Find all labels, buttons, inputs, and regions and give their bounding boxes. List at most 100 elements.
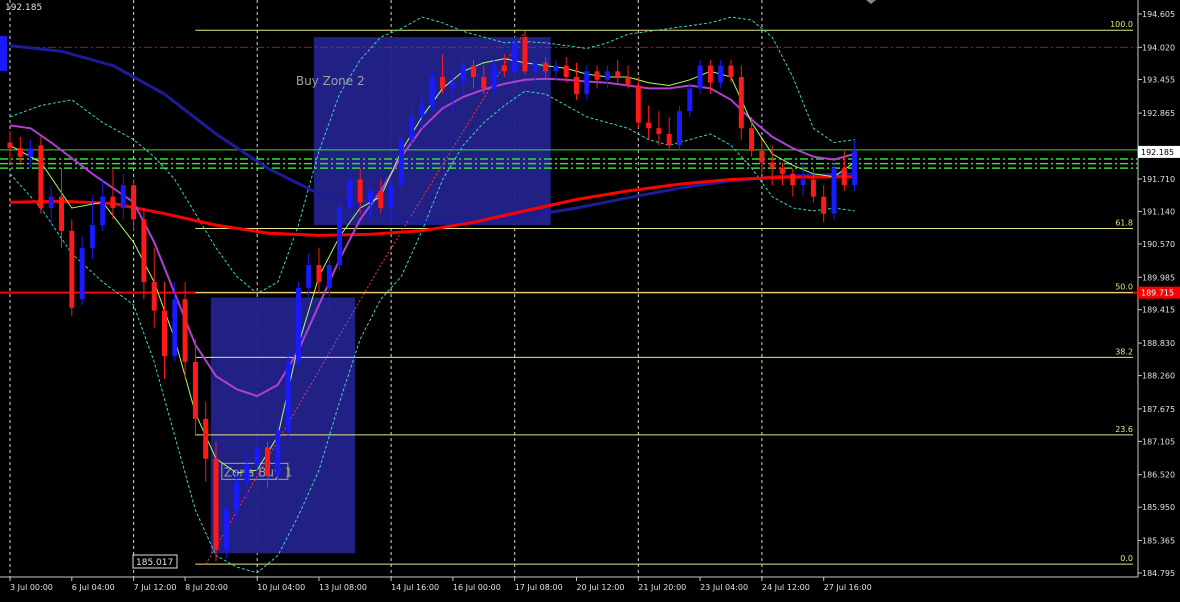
candle-body	[409, 116, 415, 140]
time-tick-label: 8 Jul 20:00	[185, 583, 228, 592]
candle-body	[749, 128, 755, 152]
candle-body	[697, 65, 703, 89]
candle-body	[440, 76, 446, 89]
candle-body	[120, 185, 126, 209]
candle-body	[368, 190, 373, 203]
candle-body	[347, 179, 353, 209]
candle-body	[687, 88, 693, 112]
time-tick-label: 13 Jul 08:00	[319, 583, 367, 592]
one-click-trading-panel[interactable]	[0, 36, 7, 71]
candle-body	[604, 71, 610, 80]
price-tick-label: 189.985	[1142, 273, 1175, 282]
candle-body	[151, 282, 157, 311]
candle-body	[615, 71, 621, 77]
candle-body	[59, 196, 64, 231]
time-tick-label: 7 Jul 12:00	[134, 583, 177, 592]
time-tick-label: 10 Jul 04:00	[257, 583, 305, 592]
price-tick-label: 188.260	[1142, 372, 1175, 381]
fib-level-label: 61.8	[1115, 219, 1133, 228]
candle-body	[481, 76, 487, 89]
candle-body	[707, 65, 713, 83]
time-tick-label: 23 Jul 04:00	[700, 583, 748, 592]
candle-body	[759, 151, 765, 163]
candle-body	[841, 168, 847, 186]
fib-level-label: 50.0	[1115, 283, 1133, 292]
candle-body	[852, 151, 858, 186]
price-tick-label: 194.020	[1142, 43, 1175, 52]
red-price-label: 189.715	[1141, 289, 1174, 298]
candle-body	[728, 65, 734, 77]
candle-body	[38, 145, 44, 209]
candle-body	[512, 42, 518, 72]
candle-body	[718, 65, 724, 83]
candle-body	[491, 65, 497, 89]
candle-body	[501, 65, 507, 72]
candle-body	[275, 430, 281, 476]
candle-body	[646, 122, 652, 129]
candle-body	[666, 133, 672, 146]
candle-body	[429, 76, 435, 106]
candle-body	[625, 76, 631, 86]
fib-level-label: 23.6	[1115, 425, 1133, 434]
price-tick-label: 191.140	[1142, 207, 1175, 216]
candle-body	[563, 65, 569, 77]
candle-body	[162, 310, 167, 357]
price-tick-label: 185.365	[1142, 537, 1175, 546]
candle-body	[131, 185, 137, 220]
candle-body	[769, 162, 775, 169]
price-tick-label: 188.830	[1142, 339, 1175, 348]
candle-body	[821, 196, 827, 214]
price-tick-label: 186.520	[1142, 471, 1175, 480]
candle-body	[285, 361, 291, 431]
candle-body	[17, 148, 23, 157]
candle-body	[532, 62, 538, 72]
candle-body	[234, 481, 240, 511]
price-tick-label: 191.710	[1142, 175, 1175, 184]
candle-body	[203, 418, 209, 459]
candle-body	[357, 179, 363, 203]
candle-body	[388, 185, 394, 209]
candle-body	[110, 196, 116, 209]
time-tick-label: 27 Jul 16:00	[824, 583, 872, 592]
price-tick-label: 190.570	[1142, 240, 1175, 249]
time-tick-label: 6 Jul 04:00	[72, 583, 115, 592]
candle-body	[213, 458, 219, 550]
buy-zone-label: Zona Buy 1	[224, 465, 293, 479]
candle-body	[192, 361, 198, 419]
price-tick-label: 187.675	[1142, 405, 1175, 414]
candle-body	[48, 196, 54, 209]
candle-body	[89, 225, 95, 248]
price-tick-label: 184.795	[1142, 569, 1175, 578]
candle-body	[182, 299, 188, 362]
candle-body	[553, 65, 559, 72]
fib-level-label: 100.0	[1110, 20, 1133, 29]
candle-body	[398, 139, 404, 186]
time-tick-label: 16 Jul 00:00	[453, 583, 501, 592]
candle-body	[543, 62, 549, 72]
candle-body	[635, 85, 641, 123]
candle-body	[800, 179, 806, 186]
price-tick-label: 185.950	[1142, 503, 1175, 512]
time-tick-label: 14 Jul 16:00	[391, 583, 439, 592]
candle-body	[79, 247, 85, 300]
low-price-label: 185.017	[136, 558, 173, 568]
candle-body	[69, 230, 75, 308]
candle-body	[471, 65, 476, 77]
candle-body	[738, 76, 744, 129]
candle-body	[223, 510, 229, 550]
chart-area[interactable]: Buy Zone 2 Zona Buy 1 100.0 61.8 50.0 38.2 23…	[0, 0, 1180, 598]
time-tick-label: 17 Jul 08:00	[515, 583, 563, 592]
candle-body	[790, 173, 796, 186]
candle-body	[306, 265, 312, 288]
price-tick-label: 189.415	[1142, 306, 1175, 315]
candle-body	[460, 65, 466, 83]
fib-level-label: 0.0	[1120, 554, 1133, 563]
buy-zone-rect	[210, 297, 356, 554]
candle-body	[831, 168, 837, 214]
candle-body	[677, 111, 682, 146]
time-tick-label: 3 Jul 00:00	[10, 583, 53, 592]
candle-body	[254, 447, 260, 465]
candle-body	[419, 105, 425, 117]
candle-body	[100, 196, 106, 226]
candle-body	[810, 179, 816, 197]
